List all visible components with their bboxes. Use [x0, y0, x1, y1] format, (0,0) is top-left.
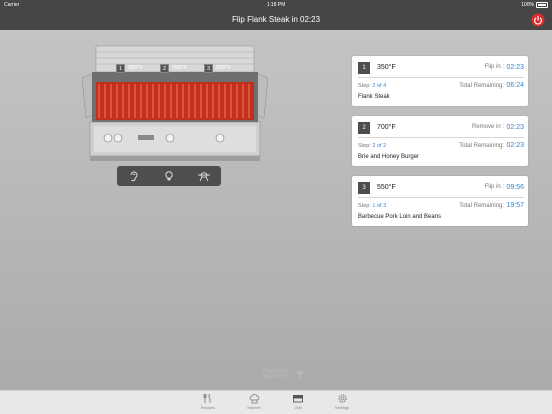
- light-button[interactable]: [159, 168, 179, 184]
- remaining-label: Total Remaining:: [459, 143, 504, 149]
- zone-number: 2: [160, 63, 169, 73]
- step-info: Step: 2 of 2: [358, 143, 386, 149]
- tab-bar: Recipes Kitchen Grill Settings: [0, 390, 552, 414]
- step-value: 1 of 3: [372, 203, 387, 209]
- status-bar: Carrier 1:18 PM 100%: [0, 0, 552, 10]
- zone-temperature: 350°F: [377, 64, 396, 71]
- sound-button[interactable]: [124, 168, 144, 184]
- grill-icon: [293, 395, 303, 403]
- remaining-timer: 02:23: [506, 142, 524, 149]
- zone-tag[interactable]: 2 700°F: [160, 62, 187, 74]
- tab-recipes[interactable]: Recipes: [196, 393, 220, 413]
- tab-kitchen[interactable]: Kitchen: [242, 393, 266, 413]
- food-name: Barbecue Pork Loin and Beans: [358, 214, 442, 220]
- divider: [358, 77, 524, 78]
- tab-label: Grill: [294, 405, 302, 410]
- tab-settings[interactable]: Settings: [330, 393, 354, 413]
- lightbulb-icon: [165, 171, 173, 181]
- tab-label: Recipes: [200, 405, 216, 410]
- zone-tag[interactable]: 1 350°F: [116, 62, 143, 74]
- zone-badge: 2: [358, 122, 370, 134]
- gear-icon: [337, 394, 347, 403]
- zone-temp: 550°F: [216, 65, 231, 71]
- power-icon: [531, 13, 545, 27]
- divider: [358, 197, 524, 198]
- chef-hat-icon: [249, 394, 259, 404]
- zone-number: 1: [116, 63, 125, 73]
- zone-card[interactable]: 1 350°F Flip in : 02:23 Step: 2 of 4 Tot…: [352, 56, 528, 106]
- step-label: Step:: [358, 143, 371, 149]
- nav-bar: Flip Flank Steak in 02:23: [0, 10, 552, 30]
- utensils-icon: [203, 393, 211, 403]
- remaining-label: Total Remaining:: [459, 83, 504, 89]
- clock: 1:18 PM: [266, 2, 286, 8]
- remaining-label: Total Remaining:: [459, 203, 504, 209]
- remaining-timer: 19:57: [506, 202, 524, 209]
- page-title: Flip Flank Steak in 02:23: [231, 15, 321, 24]
- tab-label: Kitchen: [247, 405, 261, 410]
- action-label: Flip in :: [484, 64, 504, 70]
- zone-temperature: 700°F: [377, 124, 396, 131]
- step-value: 2 of 4: [372, 83, 387, 89]
- battery-icon: [536, 2, 548, 8]
- zone-temp: 350°F: [128, 65, 143, 71]
- food-name: Flank Steak: [358, 94, 390, 100]
- zone-badge: 1: [358, 62, 370, 74]
- food-name: Brie and Honey Burger: [358, 154, 420, 160]
- action-timer: 02:23: [506, 64, 524, 71]
- divider: [358, 137, 524, 138]
- action-timer: 02:23: [506, 124, 524, 131]
- zone-temp: 700°F: [172, 65, 187, 71]
- action-label: Remove in :: [471, 124, 504, 130]
- zone-tag[interactable]: 3 550°F: [204, 62, 231, 74]
- rotisserie-icon: [197, 172, 210, 182]
- step-info: Step: 1 of 3: [358, 203, 386, 209]
- powered-by: Powered by MyChef™: [246, 368, 306, 388]
- zone-number: 3: [204, 63, 213, 73]
- ear-icon: [130, 171, 138, 182]
- action-timer: 09:56: [506, 184, 524, 191]
- grill-zone-tags: 1 350°F 2 700°F 3 550°F: [116, 62, 246, 74]
- zone-card[interactable]: 2 700°F Remove in : 02:23 Step: 2 of 2 T…: [352, 116, 528, 166]
- tab-label: Settings: [334, 405, 350, 410]
- battery-percent: 100%: [521, 2, 534, 8]
- step-info: Step: 2 of 4: [358, 83, 386, 89]
- zone-temperature: 550°F: [377, 184, 396, 191]
- remaining-timer: 06:24: [506, 82, 524, 89]
- step-value: 2 of 2: [372, 143, 387, 149]
- step-label: Step:: [358, 203, 371, 209]
- wifi-icon: [296, 371, 304, 377]
- grill-controls: [117, 166, 221, 186]
- step-label: Step:: [358, 83, 371, 89]
- rotisserie-button[interactable]: [194, 168, 214, 184]
- tab-grill[interactable]: Grill: [286, 393, 310, 413]
- zone-card[interactable]: 3 550°F Flip in : 09:56 Step: 1 of 3 Tot…: [352, 176, 528, 226]
- action-label: Flip in :: [484, 184, 504, 190]
- zone-badge: 3: [358, 182, 370, 194]
- power-button[interactable]: [531, 13, 545, 27]
